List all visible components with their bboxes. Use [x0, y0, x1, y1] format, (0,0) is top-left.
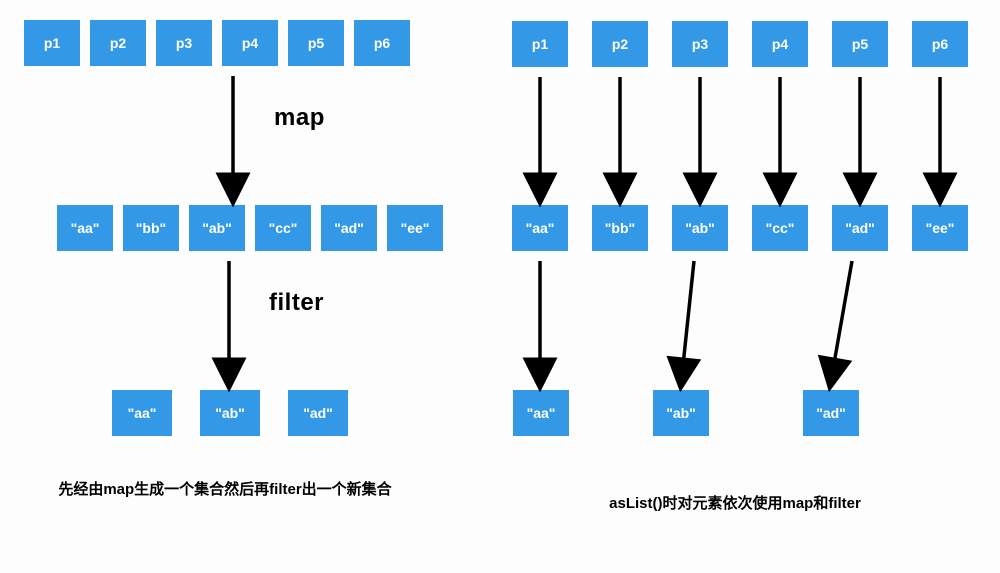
left-row1-box: p6 [354, 20, 410, 66]
left-row2-box: "bb" [123, 205, 179, 251]
left-row3-box: "aa" [112, 390, 172, 436]
right-row3-box: "aa" [513, 390, 569, 436]
right-row1-box: p5 [832, 21, 888, 67]
right-row2-box: "ab" [672, 205, 728, 251]
right-row2-box: "ee" [912, 205, 968, 251]
left-row1-box: p4 [222, 20, 278, 66]
right-row2-box: "bb" [592, 205, 648, 251]
left-row2-box: "ab" [189, 205, 245, 251]
right-row2-box: "ad" [832, 205, 888, 251]
filter-label: filter [269, 289, 324, 317]
left-row2-box: "ad" [321, 205, 377, 251]
left-row2-box: "aa" [57, 205, 113, 251]
left-row2-box: "cc" [255, 205, 311, 251]
right-caption: asList()时对元素依次使用map和filter [555, 492, 915, 516]
right-row2-box: "aa" [512, 205, 568, 251]
arrow-icon [682, 261, 694, 375]
left-row1-box: p2 [90, 20, 146, 66]
right-row3-box: "ab" [653, 390, 709, 436]
map-label: map [274, 104, 325, 132]
left-row1-box: p3 [156, 20, 212, 66]
left-row1-box: p1 [24, 20, 80, 66]
left-row3-box: "ab" [200, 390, 260, 436]
left-row1-box: p5 [288, 20, 344, 66]
right-row1-box: p1 [512, 21, 568, 67]
right-row1-box: p4 [752, 21, 808, 67]
right-row1-box: p3 [672, 21, 728, 67]
right-row1-box: p2 [592, 21, 648, 67]
left-row3-box: "ad" [288, 390, 348, 436]
right-row3-box: "ad" [803, 390, 859, 436]
arrow-icon [832, 261, 852, 375]
left-caption: 先经由map生成一个集合然后再filter出一个新集合 [55, 478, 395, 502]
left-row2-box: "ee" [387, 205, 443, 251]
right-row1-box: p6 [912, 21, 968, 67]
right-row2-box: "cc" [752, 205, 808, 251]
